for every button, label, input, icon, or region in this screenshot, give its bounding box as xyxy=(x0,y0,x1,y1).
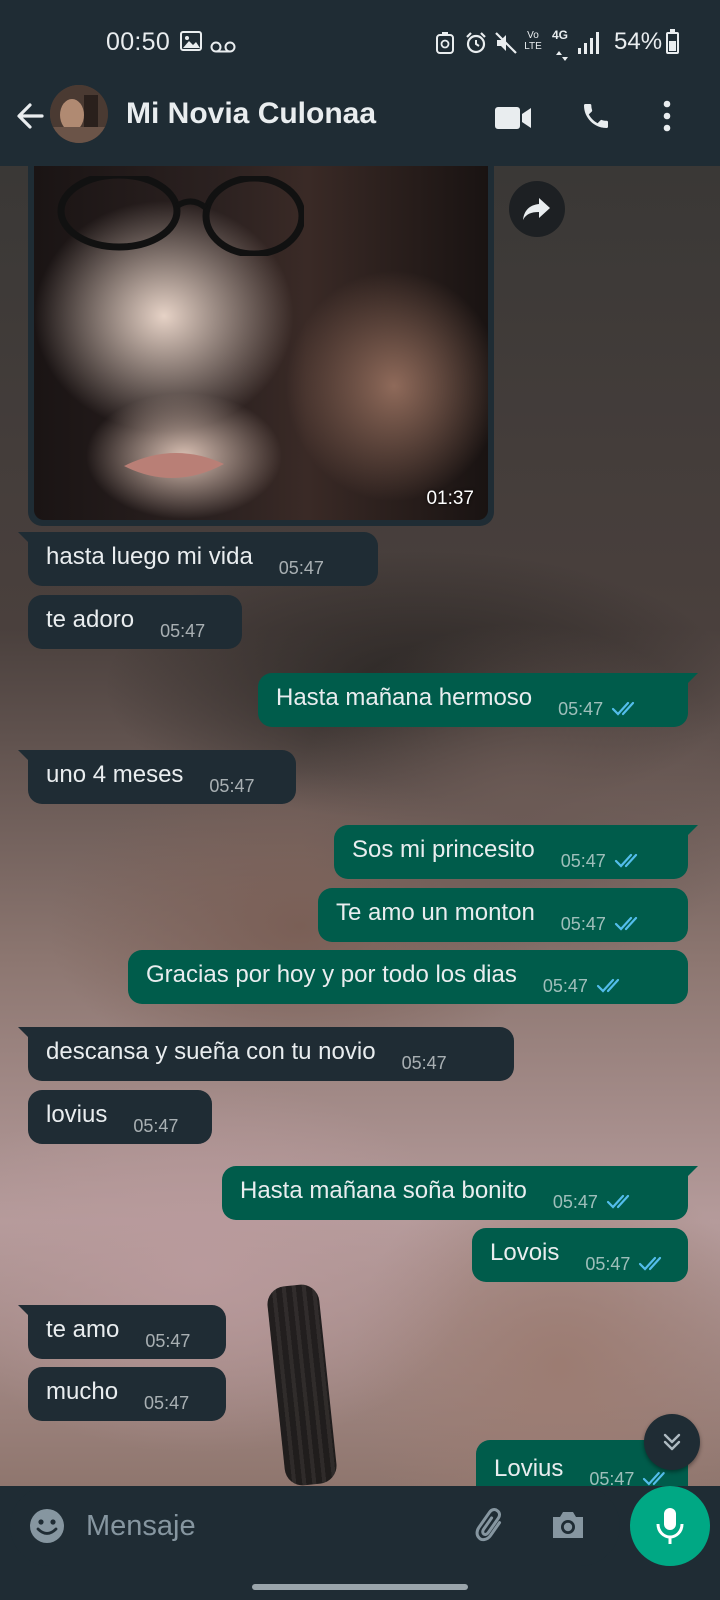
forward-icon xyxy=(523,198,550,220)
read-receipt-icon xyxy=(614,853,637,868)
voicemail-icon xyxy=(210,36,236,59)
emoji-icon xyxy=(30,1509,64,1543)
message-time: 05:47 xyxy=(401,1052,447,1073)
photo-thumbnail[interactable] xyxy=(34,166,488,520)
data-arrows-icon xyxy=(556,44,568,67)
gallery-icon xyxy=(180,31,202,57)
incoming-message[interactable]: hasta luego mi vida 05:47 xyxy=(18,532,378,586)
signal-icon xyxy=(578,32,602,60)
read-receipt-icon xyxy=(614,916,637,931)
message-text: uno 4 meses xyxy=(46,761,184,788)
message-time: 05:47 xyxy=(209,775,255,796)
image-message[interactable]: 01:37 xyxy=(28,166,494,526)
back-button[interactable] xyxy=(12,96,52,136)
message-text: descansa y sueña con tu novio xyxy=(46,1038,376,1065)
message-text: mucho xyxy=(46,1378,119,1405)
message-time: 05:47 xyxy=(560,913,606,934)
message-text: Te amo un monton xyxy=(336,899,535,926)
read-receipt-icon xyxy=(606,1194,630,1209)
message-text: Lovois xyxy=(490,1239,560,1266)
outgoing-message[interactable]: Lovois 05:47 xyxy=(472,1228,688,1282)
network-4g-icon: 4G xyxy=(552,28,569,42)
message-time: 05:47 xyxy=(145,1330,191,1351)
message-text: Lovius xyxy=(494,1455,564,1482)
incoming-message[interactable]: te amo 05:47 xyxy=(18,1305,226,1359)
attach-button[interactable] xyxy=(472,1506,512,1551)
incoming-message[interactable]: lovius 05:47 xyxy=(28,1090,212,1144)
volte-icon: Vo LTE xyxy=(524,30,542,52)
mic-icon xyxy=(656,1508,684,1544)
camera-icon xyxy=(553,1512,583,1538)
outgoing-message[interactable]: Gracias por hoy y por todo los dias 05:4… xyxy=(128,950,688,1004)
read-receipt-icon xyxy=(643,1471,666,1486)
more-options-button[interactable] xyxy=(660,98,674,139)
battery-icon xyxy=(666,29,679,54)
message-time: 05:47 xyxy=(558,698,604,719)
message-input[interactable] xyxy=(84,1500,468,1552)
status-bar: 00:50 Vo LTE 4G 54% xyxy=(0,0,720,80)
message-time: 05:47 xyxy=(585,1253,631,1274)
photo-content xyxy=(57,176,304,256)
message-time: 05:47 xyxy=(552,1191,598,1212)
message-text: hasta luego mi vida xyxy=(46,543,253,570)
incoming-message[interactable]: descansa y sueña con tu novio 05:47 xyxy=(18,1027,514,1081)
outgoing-message[interactable]: Sos mi princesito 05:47 xyxy=(334,825,698,879)
message-time: 05:47 xyxy=(278,557,324,578)
camera-button[interactable] xyxy=(550,1508,586,1547)
video-call-icon xyxy=(495,107,531,129)
message-time: 05:47 xyxy=(133,1115,179,1136)
scroll-to-bottom-button[interactable] xyxy=(644,1414,700,1470)
message-text: lovius xyxy=(46,1101,108,1128)
voice-call-button[interactable] xyxy=(580,100,612,137)
read-receipt-icon xyxy=(639,1256,662,1271)
status-time: 00:50 xyxy=(106,28,171,56)
recycle-icon xyxy=(436,32,454,60)
message-time: 05:47 xyxy=(589,1468,635,1487)
chat-header: Mi Novia Culonaa xyxy=(0,80,720,166)
video-call-button[interactable] xyxy=(494,104,532,137)
phone-icon xyxy=(584,104,608,128)
outgoing-message[interactable]: Te amo un monton 05:47 xyxy=(318,888,688,942)
alarm-icon xyxy=(464,31,488,61)
incoming-message[interactable]: te adoro 05:47 xyxy=(28,595,242,649)
battery-percent: 54% xyxy=(614,28,663,55)
outgoing-message[interactable]: Hasta mañana soña bonito 05:47 xyxy=(222,1166,698,1220)
message-time: 05:47 xyxy=(160,620,206,641)
message-time: 05:47 xyxy=(144,1392,190,1413)
message-text: Hasta mañana hermoso xyxy=(276,684,533,711)
message-text: Hasta mañana soña bonito xyxy=(240,1177,527,1204)
message-time: 05:47 xyxy=(542,975,588,996)
read-receipt-icon xyxy=(596,978,620,993)
emoji-button[interactable] xyxy=(28,1507,66,1550)
mute-icon xyxy=(494,31,518,61)
message-text: te amo xyxy=(46,1316,120,1343)
incoming-message[interactable]: mucho 05:47 xyxy=(28,1367,226,1421)
double-chevron-down-icon xyxy=(663,1433,681,1451)
home-indicator[interactable] xyxy=(252,1584,468,1590)
paperclip-icon xyxy=(475,1508,502,1542)
avatar[interactable] xyxy=(50,85,108,143)
back-arrow-icon xyxy=(17,103,44,129)
voice-message-button[interactable] xyxy=(630,1486,710,1566)
forward-button[interactable] xyxy=(509,181,565,237)
contact-name[interactable]: Mi Novia Culonaa xyxy=(126,97,376,131)
photo-content-detail xyxy=(124,452,224,479)
message-text: te adoro xyxy=(46,606,135,633)
message-time: 05:47 xyxy=(560,850,606,871)
incoming-message[interactable]: uno 4 meses 05:47 xyxy=(18,750,296,804)
message-text: Gracias por hoy y por todo los dias xyxy=(146,961,517,988)
more-vert-icon xyxy=(663,100,671,132)
message-time: 01:37 xyxy=(426,488,474,509)
message-text: Sos mi princesito xyxy=(352,836,535,863)
message-composer xyxy=(10,1486,620,1566)
read-receipt-icon xyxy=(612,701,635,716)
outgoing-message[interactable]: Hasta mañana hermoso 05:47 xyxy=(258,673,698,727)
